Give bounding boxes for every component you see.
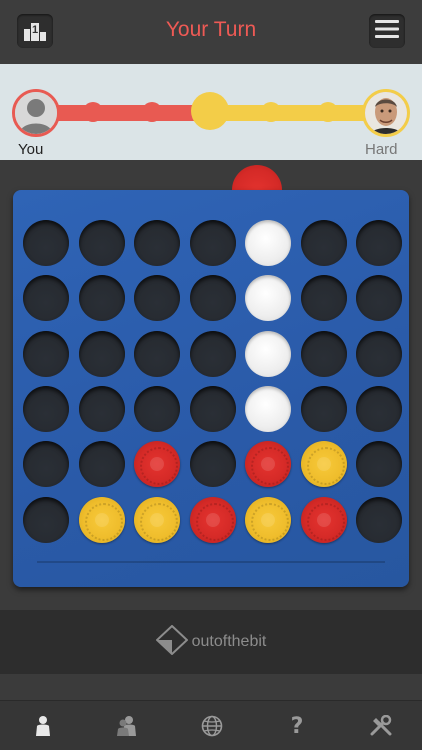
empty-slot[interactable] <box>23 330 69 377</box>
tab-bar: ? <box>0 700 422 750</box>
empty-slot[interactable] <box>134 220 180 266</box>
empty-slot[interactable] <box>78 330 125 377</box>
red-disc[interactable] <box>245 441 291 488</box>
highlighted-slot[interactable] <box>245 275 291 322</box>
online-tab[interactable] <box>199 713 225 739</box>
progress-current-node <box>191 92 229 130</box>
globe-icon <box>201 715 223 737</box>
empty-slot[interactable] <box>300 385 347 432</box>
person-icon <box>36 716 50 736</box>
game-board[interactable] <box>13 190 409 587</box>
empty-slot[interactable] <box>23 496 69 543</box>
empty-slot[interactable] <box>78 275 125 322</box>
empty-slot[interactable] <box>23 275 69 322</box>
tools-icon <box>370 715 392 736</box>
progress-node <box>318 102 338 122</box>
progress-node <box>142 102 162 122</box>
empty-slot[interactable] <box>134 330 180 377</box>
settings-tab[interactable] <box>368 713 394 739</box>
turn-title: Your Turn <box>165 18 257 41</box>
red-disc[interactable] <box>189 496 236 543</box>
empty-slot[interactable] <box>300 220 347 266</box>
single-player-tab[interactable] <box>30 713 56 739</box>
two-player-tab[interactable] <box>114 713 140 739</box>
empty-slot[interactable] <box>23 385 69 432</box>
brand-name: outofthebit <box>191 633 267 650</box>
footer-banner[interactable]: outofthebit <box>0 610 422 674</box>
outofthebit-logo-icon <box>155 624 189 660</box>
player-progress-track <box>40 105 210 121</box>
empty-slot[interactable] <box>78 385 125 432</box>
yellow-disc[interactable] <box>78 496 125 543</box>
empty-slot[interactable] <box>300 330 347 377</box>
empty-slot[interactable] <box>134 275 180 322</box>
empty-slot[interactable] <box>300 275 347 322</box>
top-bar: 1 Your Turn <box>0 0 422 64</box>
empty-slot[interactable] <box>356 441 402 488</box>
empty-slot[interactable] <box>78 441 125 488</box>
two-persons-icon <box>117 716 136 736</box>
empty-slot[interactable] <box>356 330 402 377</box>
red-disc[interactable] <box>134 441 180 488</box>
opponent-face-icon <box>365 92 407 134</box>
match-progress: You Hard <box>0 64 422 160</box>
empty-slot[interactable] <box>189 385 236 432</box>
menu-icon <box>375 19 399 44</box>
highlighted-slot[interactable] <box>245 385 291 432</box>
empty-slot[interactable] <box>23 441 69 488</box>
help-tab[interactable]: ? <box>284 713 310 739</box>
opponent-progress-track <box>210 105 382 121</box>
yellow-disc[interactable] <box>134 496 180 543</box>
opponent-difficulty[interactable]: Hard <box>365 141 398 158</box>
empty-slot[interactable] <box>356 496 402 543</box>
empty-slot[interactable] <box>189 275 236 322</box>
empty-slot[interactable] <box>356 220 402 266</box>
yellow-disc[interactable] <box>245 496 291 543</box>
empty-slot[interactable] <box>189 220 236 266</box>
progress-node <box>261 102 281 122</box>
player-name: You <box>18 141 44 158</box>
empty-slot[interactable] <box>134 385 180 432</box>
menu-button[interactable] <box>369 14 405 48</box>
empty-slot[interactable] <box>78 220 125 266</box>
empty-slot[interactable] <box>189 441 236 488</box>
person-silhouette-icon <box>15 92 57 134</box>
highlighted-slot[interactable] <box>245 330 291 377</box>
empty-slot[interactable] <box>356 385 402 432</box>
board-rail <box>37 561 385 563</box>
progress-node <box>83 102 103 122</box>
player-avatar <box>12 89 60 137</box>
empty-slot[interactable] <box>189 330 236 377</box>
opponent-avatar <box>362 89 410 137</box>
empty-slot[interactable] <box>356 275 402 322</box>
empty-slot[interactable] <box>23 220 69 266</box>
yellow-disc[interactable] <box>300 441 347 488</box>
highlighted-slot[interactable] <box>245 220 291 266</box>
red-disc[interactable] <box>300 496 347 543</box>
question-icon: ? <box>290 713 304 739</box>
